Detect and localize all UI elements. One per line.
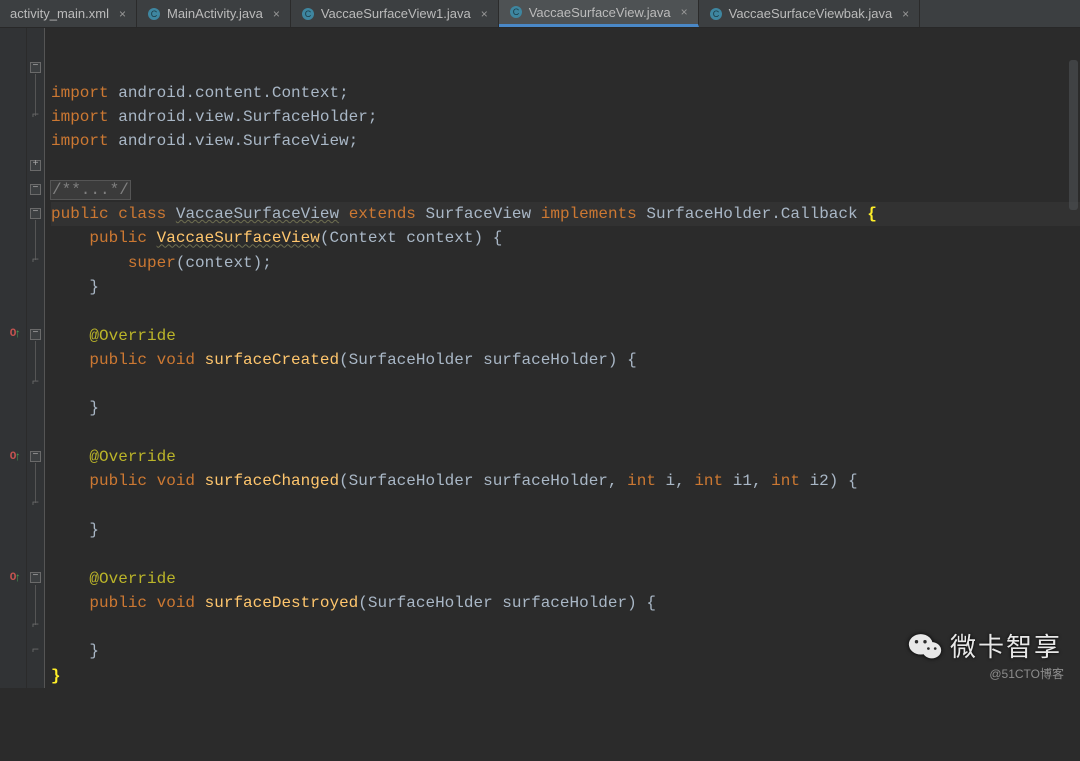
svg-text:C: C	[151, 9, 158, 19]
tab-vaccaesurfaceview-java[interactable]: C VaccaeSurfaceView.java ×	[499, 0, 699, 27]
fold-toggle-icon[interactable]: −	[30, 329, 41, 340]
import-keyword: import	[51, 84, 109, 102]
constructor-name: VaccaeSurfaceView	[157, 229, 320, 247]
method-name: surfaceCreated	[205, 351, 339, 369]
tab-activity-main-xml[interactable]: activity_main.xml ×	[0, 0, 137, 27]
fold-toggle-icon[interactable]: −	[30, 208, 41, 219]
svg-text:C: C	[305, 9, 312, 19]
close-icon[interactable]: ×	[902, 7, 909, 21]
fold-toggle-icon[interactable]: −	[30, 62, 41, 73]
method-params: (SurfaceHolder surfaceHolder)	[358, 594, 636, 612]
tab-label: VaccaeSurfaceView1.java	[321, 6, 471, 21]
method-name: surfaceChanged	[205, 472, 339, 490]
int-keyword: int	[694, 472, 723, 490]
fold-toggle-icon[interactable]: +	[30, 160, 41, 171]
override-marker-icon[interactable]	[4, 328, 22, 346]
fold-end-icon[interactable]: ⌐	[30, 498, 41, 509]
fold-toggle-icon[interactable]: −	[30, 572, 41, 583]
java-file-icon: C	[147, 7, 161, 21]
override-annotation: @Override	[89, 327, 175, 345]
folded-javadoc[interactable]: /**...*/	[51, 181, 130, 199]
public-keyword: public	[51, 205, 109, 223]
extends-keyword: extends	[349, 205, 416, 223]
void-keyword: void	[157, 351, 195, 369]
code-editor: − ⌐ + − − ⌐ − ⌐ − ⌐ − ⌐ ⌐ import android…	[0, 28, 1080, 688]
close-icon[interactable]: ×	[273, 7, 280, 21]
int-keyword: int	[627, 472, 656, 490]
param: i,	[656, 472, 694, 490]
super-keyword: super	[128, 254, 176, 272]
override-marker-icon[interactable]	[4, 572, 22, 590]
svg-text:C: C	[512, 7, 519, 17]
param: i1,	[723, 472, 771, 490]
fold-gutter: − ⌐ + − − ⌐ − ⌐ − ⌐ − ⌐ ⌐	[27, 28, 45, 688]
import-keyword: import	[51, 132, 109, 150]
class-keyword: class	[118, 205, 166, 223]
method-params: (SurfaceHolder surfaceHolder,	[339, 472, 627, 490]
import-keyword: import	[51, 108, 109, 126]
code-area[interactable]: import android.content.Context;import an…	[45, 28, 1080, 688]
void-keyword: void	[157, 594, 195, 612]
implements-keyword: implements	[541, 205, 637, 223]
void-keyword: void	[157, 472, 195, 490]
vertical-scrollbar-thumb[interactable]	[1069, 60, 1078, 210]
close-icon[interactable]: ×	[119, 7, 126, 21]
override-annotation: @Override	[89, 448, 175, 466]
tab-vaccaesurfaceviewbak-java[interactable]: C VaccaeSurfaceViewbak.java ×	[699, 0, 921, 27]
svg-text:C: C	[712, 9, 719, 19]
public-keyword: public	[89, 472, 147, 490]
superclass-name: SurfaceView	[426, 205, 532, 223]
tab-label: VaccaeSurfaceView.java	[529, 5, 671, 20]
super-args: (context);	[176, 254, 272, 272]
brace-open: {	[867, 205, 877, 223]
fold-end-icon[interactable]: ⌐	[30, 645, 41, 656]
close-icon[interactable]: ×	[681, 5, 688, 19]
brace-close: }	[51, 667, 61, 685]
public-keyword: public	[89, 594, 147, 612]
marker-gutter	[0, 28, 27, 688]
fold-end-icon[interactable]: ⌐	[30, 377, 41, 388]
import-path: android.view.SurfaceHolder	[118, 108, 368, 126]
method-params: (SurfaceHolder surfaceHolder)	[339, 351, 617, 369]
fold-toggle-icon[interactable]: −	[30, 184, 41, 195]
class-name: VaccaeSurfaceView	[176, 205, 339, 223]
fold-end-icon[interactable]: ⌐	[30, 255, 41, 266]
constructor-params: (Context context)	[320, 229, 483, 247]
tab-mainactivity-java[interactable]: C MainActivity.java ×	[137, 0, 291, 27]
tab-vaccaesurfaceview1-java[interactable]: C VaccaeSurfaceView1.java ×	[291, 0, 499, 27]
int-keyword: int	[771, 472, 800, 490]
fold-toggle-icon[interactable]: −	[30, 451, 41, 462]
close-icon[interactable]: ×	[481, 7, 488, 21]
override-marker-icon[interactable]	[4, 451, 22, 469]
public-keyword: public	[89, 351, 147, 369]
import-path: android.content.Context	[118, 84, 339, 102]
editor-tab-bar: activity_main.xml × C MainActivity.java …	[0, 0, 1080, 28]
override-annotation: @Override	[89, 570, 175, 588]
tab-label: activity_main.xml	[10, 6, 109, 21]
java-file-icon: C	[709, 7, 723, 21]
tab-label: MainActivity.java	[167, 6, 263, 21]
java-file-icon: C	[509, 5, 523, 19]
param: i2)	[800, 472, 838, 490]
fold-end-icon[interactable]: ⌐	[30, 620, 41, 631]
interface-name: SurfaceHolder.Callback	[646, 205, 857, 223]
method-name: surfaceDestroyed	[205, 594, 359, 612]
tab-label: VaccaeSurfaceViewbak.java	[729, 6, 893, 21]
import-path: android.view.SurfaceView	[118, 132, 348, 150]
public-keyword: public	[89, 229, 147, 247]
fold-end-icon[interactable]: ⌐	[30, 110, 41, 121]
java-file-icon: C	[301, 7, 315, 21]
